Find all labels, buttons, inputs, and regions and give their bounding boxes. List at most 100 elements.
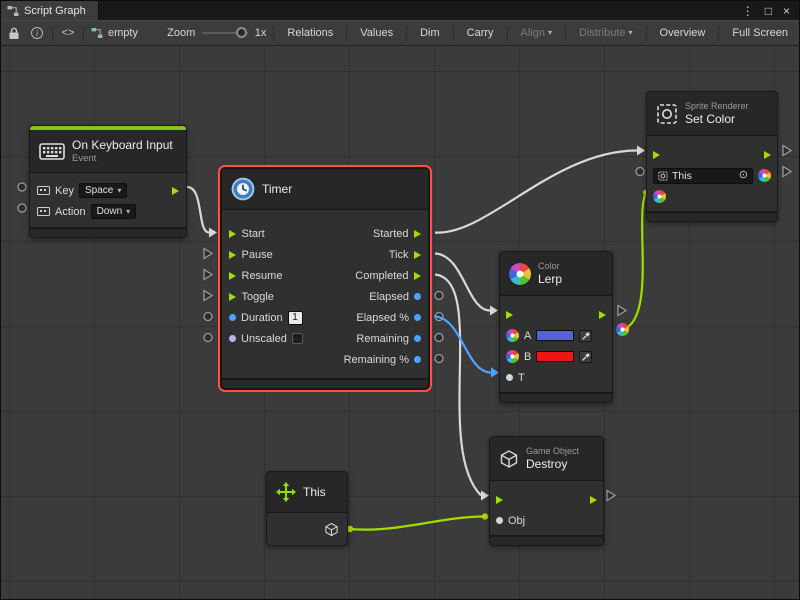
tick-flow-out-port[interactable] (414, 251, 422, 259)
start-flow-in-port[interactable] (229, 230, 237, 238)
setcolor-flow-out-port[interactable] (764, 151, 772, 159)
setcolor-output-color-port[interactable] (758, 169, 771, 182)
wire-timer-completed-to-destroy-flow[interactable] (435, 275, 481, 496)
target-object-field[interactable]: This ⊙ (653, 168, 753, 184)
destroy-flow-out-port[interactable] (590, 496, 598, 504)
key-dropdown[interactable]: Space▾ (79, 183, 127, 198)
toolbar-separator (406, 26, 407, 41)
node-color-lerp[interactable]: Color Lerp A B (499, 251, 613, 403)
node-on-keyboard-input[interactable]: On Keyboard Input Event Key Space▾ (29, 125, 187, 238)
port-setcolor-target-input[interactable] (636, 168, 644, 176)
destroy-flow-in-port[interactable] (496, 496, 504, 504)
setcolor-color-in-port[interactable] (653, 190, 666, 203)
toggle-flow-in-port[interactable] (229, 293, 237, 301)
zoom-slider[interactable] (202, 32, 248, 34)
port-remaining-pct-output[interactable] (435, 355, 443, 363)
titlebar: Script Graph ⋮ □ × (1, 1, 799, 20)
node-category: Color (538, 261, 562, 271)
zoom-label: Zoom (167, 27, 195, 39)
relations-button[interactable]: Relations (281, 23, 339, 43)
action-dropdown[interactable]: Down▾ (91, 204, 137, 219)
duration-port[interactable] (229, 314, 236, 321)
obj-port[interactable] (496, 517, 503, 524)
color-port-b[interactable] (506, 350, 519, 363)
node-set-color[interactable]: Sprite Renderer Set Color This ⊙ (646, 91, 778, 222)
port-action-input[interactable] (18, 204, 26, 212)
window-menu-icon[interactable]: ⋮ (742, 4, 754, 18)
wire-arrowhead (637, 146, 645, 156)
lerp-color-output-port[interactable] (616, 323, 629, 336)
pause-flow-in-port[interactable] (229, 251, 237, 259)
port-duration-input[interactable] (204, 313, 212, 321)
lock-icon[interactable] (6, 27, 22, 40)
port-resume-flow-in[interactable] (204, 270, 212, 280)
sprite-renderer-mini-icon (658, 171, 668, 181)
color-b-swatch[interactable] (536, 351, 574, 362)
eyedropper-icon[interactable] (579, 351, 592, 363)
resume-flow-in-port[interactable] (229, 272, 237, 280)
port-toggle-flow-in[interactable] (204, 291, 212, 301)
toolbar-separator (507, 26, 508, 41)
keyboard-icon (39, 143, 65, 160)
lerp-flow-out-port[interactable] (599, 311, 607, 319)
toolbar-separator (52, 26, 53, 41)
remaining-out-port[interactable] (414, 335, 421, 342)
t-port[interactable] (506, 374, 513, 381)
wire-lerp-color-to-setcolor-color[interactable] (623, 193, 646, 330)
unscaled-checkbox[interactable] (292, 333, 303, 344)
wire-timer-tick-to-lerp-flow[interactable] (435, 254, 490, 311)
carry-button[interactable]: Carry (461, 23, 500, 43)
unscaled-port[interactable] (229, 335, 236, 342)
port-lerp-flow-out[interactable] (618, 306, 626, 316)
dim-button[interactable]: Dim (414, 23, 446, 43)
graph-canvas[interactable]: On Keyboard Input Event Key Space▾ (1, 46, 799, 599)
elapsed-out-port[interactable] (414, 293, 421, 300)
distribute-button[interactable]: Distribute▾ (573, 23, 638, 43)
wire-keyboard-trigger-to-timer-start[interactable] (187, 187, 209, 233)
node-timer[interactable]: Timer Start Pause Resume Toggle Duration… (221, 168, 429, 389)
elapsed-pct-out-port[interactable] (414, 314, 421, 321)
cube-icon (499, 449, 519, 469)
node-this[interactable]: This (266, 471, 348, 546)
fullscreen-button[interactable]: Full Screen (726, 23, 794, 43)
overview-button[interactable]: Overview (654, 23, 712, 43)
trigger-flow-output-port[interactable] (172, 187, 180, 195)
keyboard-mini-icon (37, 186, 50, 195)
started-flow-out-port[interactable] (414, 230, 422, 238)
code-icon[interactable]: <> (60, 27, 76, 39)
gameobject-output-port[interactable] (324, 522, 339, 537)
duration-input[interactable]: 1 (288, 311, 303, 325)
wire-timer-started-to-setcolor-flow[interactable] (435, 151, 637, 233)
window-close-icon[interactable]: × (783, 4, 790, 18)
port-setcolor-value-out[interactable] (783, 167, 791, 177)
align-button[interactable]: Align▾ (515, 23, 558, 43)
zoom-slider-knob[interactable] (236, 27, 247, 38)
values-button[interactable]: Values (354, 23, 399, 43)
port-remaining-output[interactable] (435, 334, 443, 342)
color-wheel-icon (509, 263, 531, 285)
node-destroy[interactable]: Game Object Destroy Obj (489, 436, 604, 546)
wire-timer-elapsedpct-to-lerp-t[interactable] (435, 317, 491, 373)
script-graph-tab[interactable]: Script Graph (1, 1, 99, 20)
color-port-a[interactable] (506, 329, 519, 342)
port-setcolor-flow-out[interactable] (783, 146, 791, 156)
wire-this-to-destroy-obj[interactable] (350, 517, 485, 530)
color-a-swatch[interactable] (536, 330, 574, 341)
port-key-input[interactable] (18, 183, 26, 191)
completed-flow-out-port[interactable] (414, 272, 422, 280)
graph-toolbar: i <> empty Zoom 1x Relations Values Dim … (1, 20, 799, 46)
remaining-pct-out-port[interactable] (414, 356, 421, 363)
sprite-renderer-icon (656, 103, 678, 125)
toolbar-separator (83, 26, 84, 41)
lerp-flow-in-port[interactable] (506, 311, 514, 319)
node-title: On Keyboard Input (72, 138, 173, 152)
info-icon[interactable]: i (29, 27, 45, 39)
setcolor-flow-in-port[interactable] (653, 151, 661, 159)
port-pause-flow-in[interactable] (204, 249, 212, 259)
port-destroy-flow-out[interactable] (607, 491, 615, 501)
eyedropper-icon[interactable] (579, 330, 592, 342)
object-picker-icon[interactable]: ⊙ (739, 170, 748, 181)
port-unscaled-input[interactable] (204, 334, 212, 342)
window-maximize-icon[interactable]: □ (765, 4, 772, 18)
port-elapsed-output[interactable] (435, 292, 443, 300)
